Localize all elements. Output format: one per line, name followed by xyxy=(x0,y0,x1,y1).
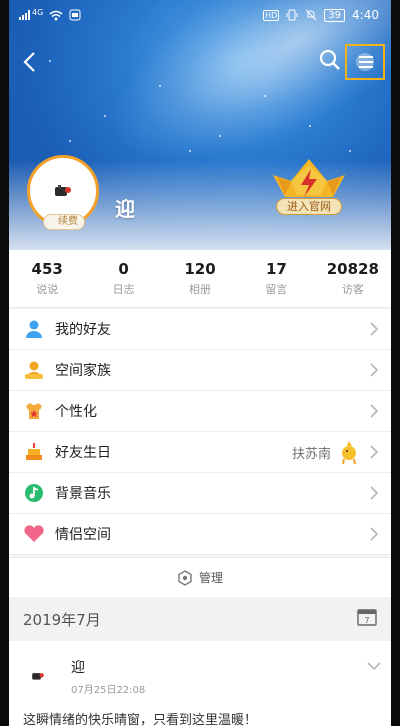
feed-post-text: 这瞬情绪的快乐晴窗，只看到这里温暖！ xyxy=(23,713,258,726)
vibrate-icon xyxy=(286,9,298,21)
birthday-cake-icon xyxy=(23,441,45,463)
calendar-button[interactable]: 7 xyxy=(357,608,377,630)
menu-item-background-music[interactable]: 背景音乐 xyxy=(9,473,391,514)
profile-header: 4G HD 39 4:40 续费 迎 进入官网 xyxy=(9,0,391,250)
family-icon xyxy=(23,359,45,381)
menu-item-couple-space[interactable]: 情侣空间 xyxy=(9,514,391,555)
battery-indicator: 39 xyxy=(324,8,346,22)
profile-stats: 453 说说 0 日志 120 相册 17 留言 20828 访客 xyxy=(9,250,391,308)
top-navigation xyxy=(9,42,391,82)
profile-avatar[interactable]: 续费 xyxy=(27,155,99,230)
chevron-right-icon xyxy=(370,404,379,418)
stat-label: 日志 xyxy=(112,283,135,296)
chevron-right-icon xyxy=(370,527,379,541)
star xyxy=(264,95,266,97)
chevron-right-icon xyxy=(370,445,379,459)
stat-value: 120 xyxy=(184,260,216,278)
nickname: 迎 xyxy=(115,197,135,221)
hd-badge: HD xyxy=(263,9,280,21)
menu-item-personalize[interactable]: 个性化 xyxy=(9,391,391,432)
star xyxy=(309,125,311,127)
menu-item-label: 好友生日 xyxy=(55,445,111,461)
search-button[interactable] xyxy=(318,48,346,76)
stat-value: 453 xyxy=(31,260,63,278)
menu-item-friends[interactable]: 我的好友 xyxy=(9,309,391,350)
feed-post[interactable]: 迎 07月25日22:08 这瞬情绪的快乐晴窗，只看到这里温暖！ xyxy=(9,641,391,726)
avatar-image-icon xyxy=(55,185,71,196)
music-icon xyxy=(23,482,45,504)
chevron-right-icon xyxy=(370,486,379,500)
star xyxy=(349,150,351,152)
stat-visitors[interactable]: 20828 访客 xyxy=(315,260,391,297)
more-menu-button[interactable] xyxy=(345,44,385,80)
stat-albums[interactable]: 120 相册 xyxy=(162,260,238,297)
avatar-image-icon xyxy=(32,673,44,680)
heart-icon xyxy=(23,523,45,545)
star xyxy=(189,150,191,152)
chevron-right-icon xyxy=(370,363,379,377)
birthday-friend-name: 扶苏南 xyxy=(291,446,331,462)
stat-posts[interactable]: 453 说说 xyxy=(9,260,85,297)
feed-month: 2019年7月 xyxy=(23,610,101,629)
stat-messages[interactable]: 17 留言 xyxy=(238,260,314,297)
network-label: 4G xyxy=(32,7,44,17)
stat-value: 0 xyxy=(118,260,129,278)
mute-bell-icon xyxy=(305,9,317,21)
birthday-character-icon xyxy=(342,441,356,465)
friends-icon xyxy=(23,318,45,340)
renew-badge[interactable]: 续费 xyxy=(43,214,85,230)
menu-item-family[interactable]: 空间家族 xyxy=(9,350,391,391)
enter-official-site-button[interactable]: 进入官网 xyxy=(276,198,342,215)
renew-badge-label: 续费 xyxy=(58,216,78,227)
feed-author-avatar[interactable] xyxy=(23,661,53,691)
manage-label: 管理 xyxy=(198,571,223,585)
feed-post-time: 07月25日22:08 xyxy=(71,685,146,696)
wifi-icon xyxy=(49,10,63,20)
back-button[interactable] xyxy=(15,48,43,76)
screenshot-notification-icon xyxy=(69,9,81,21)
menu-item-label: 个性化 xyxy=(55,404,97,420)
stat-label: 访客 xyxy=(341,283,364,296)
stat-label: 留言 xyxy=(265,283,288,296)
menu-item-label: 空间家族 xyxy=(55,363,111,379)
star xyxy=(219,135,221,137)
personalize-icon xyxy=(23,400,45,422)
signal-icon xyxy=(19,10,30,20)
stat-value: 20828 xyxy=(326,260,379,278)
status-bar: 4G HD 39 4:40 xyxy=(9,0,391,30)
stat-label: 说说 xyxy=(36,283,59,296)
menu-item-label: 情侣空间 xyxy=(55,527,111,543)
clock: 4:40 xyxy=(352,8,379,22)
star xyxy=(159,85,161,87)
menu-item-friend-birthdays[interactable]: 好友生日 扶苏南 xyxy=(9,432,391,473)
device-frame-left xyxy=(0,0,9,726)
feed-author-name[interactable]: 迎 xyxy=(71,657,85,677)
menu-icon xyxy=(356,53,374,71)
chevron-down-icon[interactable] xyxy=(367,661,381,671)
feed-month-header: 2019年7月 7 xyxy=(9,597,391,641)
manage-hexagon-icon xyxy=(178,569,192,586)
svg-text:7: 7 xyxy=(364,616,369,625)
stat-label: 相册 xyxy=(189,283,212,296)
star xyxy=(69,140,71,142)
app-screen: 4G HD 39 4:40 续费 迎 进入官网 453 说说 0 日志 120 … xyxy=(9,0,391,726)
profile-menu: 我的好友 空间家族 个性化 好友生日 扶苏南 背景音乐 情侣空间 xyxy=(9,309,391,555)
calendar-icon: 7 xyxy=(357,609,377,626)
device-frame-right xyxy=(391,0,400,726)
menu-item-label: 背景音乐 xyxy=(55,486,111,502)
back-arrow-icon xyxy=(23,52,35,72)
stat-value: 17 xyxy=(265,260,287,278)
menu-item-label: 我的好友 xyxy=(55,322,111,338)
chevron-right-icon xyxy=(370,322,379,336)
star xyxy=(104,115,106,117)
manage-button[interactable]: 管理 xyxy=(9,557,391,597)
search-icon xyxy=(319,49,340,70)
stat-blog[interactable]: 0 日志 xyxy=(85,260,161,297)
